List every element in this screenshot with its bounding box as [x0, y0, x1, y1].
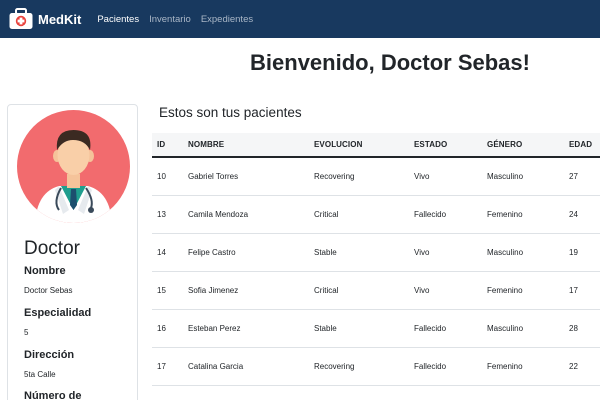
- cell-genero: Masculino: [487, 323, 524, 333]
- col-estado: ESTADO: [414, 140, 448, 149]
- cell-estado: Vivo: [414, 285, 430, 295]
- cell-nombre: Camila Mendoza: [188, 209, 249, 219]
- nombre-label: Nombre: [24, 265, 66, 277]
- especialidad-label: Especialidad: [24, 307, 92, 319]
- cell-edad: 27: [569, 171, 578, 181]
- profile-card: Doctor Nombre Doctor Sebas Especialidad …: [7, 104, 138, 400]
- col-genero: GÉNERO: [487, 140, 523, 149]
- profile-title: Doctor: [24, 238, 80, 259]
- nav-links: Pacientes Inventario Expedientes: [97, 14, 253, 25]
- cell-evolucion: Recovering: [314, 171, 355, 181]
- cell-id: 17: [157, 361, 166, 371]
- table-row[interactable]: 17 Catalina Garcia Recovering Fallecido …: [152, 347, 600, 385]
- navbar: MedKit Pacientes Inventario Expedientes: [0, 0, 600, 38]
- cell-estado: Vivo: [414, 171, 430, 181]
- cell-edad: 17: [569, 285, 578, 295]
- cell-evolucion: Critical: [314, 285, 339, 295]
- cell-id: 13: [157, 209, 166, 219]
- cell-evolucion: Recovering: [314, 361, 355, 371]
- especialidad-value: 5: [24, 328, 29, 337]
- cell-id: 10: [157, 171, 166, 181]
- table-row[interactable]: 14 Felipe Castro Stable Vivo Masculino 1…: [152, 233, 600, 271]
- col-id: ID: [157, 140, 166, 149]
- doctor-avatar: [17, 110, 130, 223]
- table-row[interactable]: 16 Esteban Perez Stable Fallecido Mascul…: [152, 309, 600, 347]
- numero-label: Número de: [24, 390, 82, 400]
- cell-id: 15: [157, 285, 166, 295]
- cell-genero: Femenino: [487, 285, 523, 295]
- patients-title: Estos son tus pacientes: [159, 105, 302, 120]
- col-edad: EDAD: [569, 140, 593, 149]
- welcome-heading: Bienvenido, Doctor Sebas!: [250, 50, 530, 75]
- patients-table-wrap: ID NOMBRE EVOLUCION ESTADO GÉNERO EDAD 1…: [152, 133, 600, 386]
- cell-genero: Masculino: [487, 171, 524, 181]
- cell-nombre: Gabriel Torres: [188, 171, 239, 181]
- nav-link-inventario[interactable]: Inventario: [149, 14, 191, 25]
- cell-nombre: Catalina Garcia: [188, 361, 244, 371]
- first-aid-kit-icon: [8, 7, 34, 31]
- cell-genero: Femenino: [487, 361, 523, 371]
- cell-evolucion: Critical: [314, 209, 339, 219]
- nav-link-pacientes[interactable]: Pacientes: [97, 14, 139, 25]
- cell-estado: Fallecido: [414, 323, 447, 333]
- nav-link-expedientes[interactable]: Expedientes: [201, 14, 253, 25]
- nombre-value: Doctor Sebas: [24, 286, 73, 295]
- col-evolucion: EVOLUCION: [314, 140, 363, 149]
- cell-edad: 22: [569, 361, 578, 371]
- cell-genero: Femenino: [487, 209, 523, 219]
- cell-evolucion: Stable: [314, 323, 337, 333]
- cell-edad: 24: [569, 209, 578, 219]
- table-row[interactable]: 13 Camila Mendoza Critical Fallecido Fem…: [152, 195, 600, 233]
- brand-name: MedKit: [38, 11, 82, 27]
- col-nombre: NOMBRE: [188, 140, 225, 149]
- table-row[interactable]: 10 Gabriel Torres Recovering Vivo Mascul…: [152, 157, 600, 195]
- cell-estado: Fallecido: [414, 209, 447, 219]
- cell-nombre: Sofia Jimenez: [188, 285, 239, 295]
- cell-estado: Fallecido: [414, 361, 447, 371]
- cell-evolucion: Stable: [314, 247, 337, 257]
- direccion-value: 5ta Calle: [24, 370, 56, 379]
- cell-edad: 19: [569, 247, 578, 257]
- cell-id: 16: [157, 323, 166, 333]
- cell-id: 14: [157, 247, 166, 257]
- direccion-label: Dirección: [24, 349, 75, 361]
- cell-nombre: Esteban Perez: [188, 323, 241, 333]
- cell-nombre: Felipe Castro: [188, 247, 236, 257]
- brand[interactable]: MedKit: [8, 7, 81, 31]
- table-row[interactable]: 15 Sofia Jimenez Critical Vivo Femenino …: [152, 271, 600, 309]
- table-header-row: ID NOMBRE EVOLUCION ESTADO GÉNERO EDAD: [152, 133, 600, 157]
- cell-estado: Vivo: [414, 247, 430, 257]
- cell-genero: Masculino: [487, 247, 524, 257]
- patients-table: ID NOMBRE EVOLUCION ESTADO GÉNERO EDAD 1…: [152, 133, 600, 386]
- cell-edad: 28: [569, 323, 578, 333]
